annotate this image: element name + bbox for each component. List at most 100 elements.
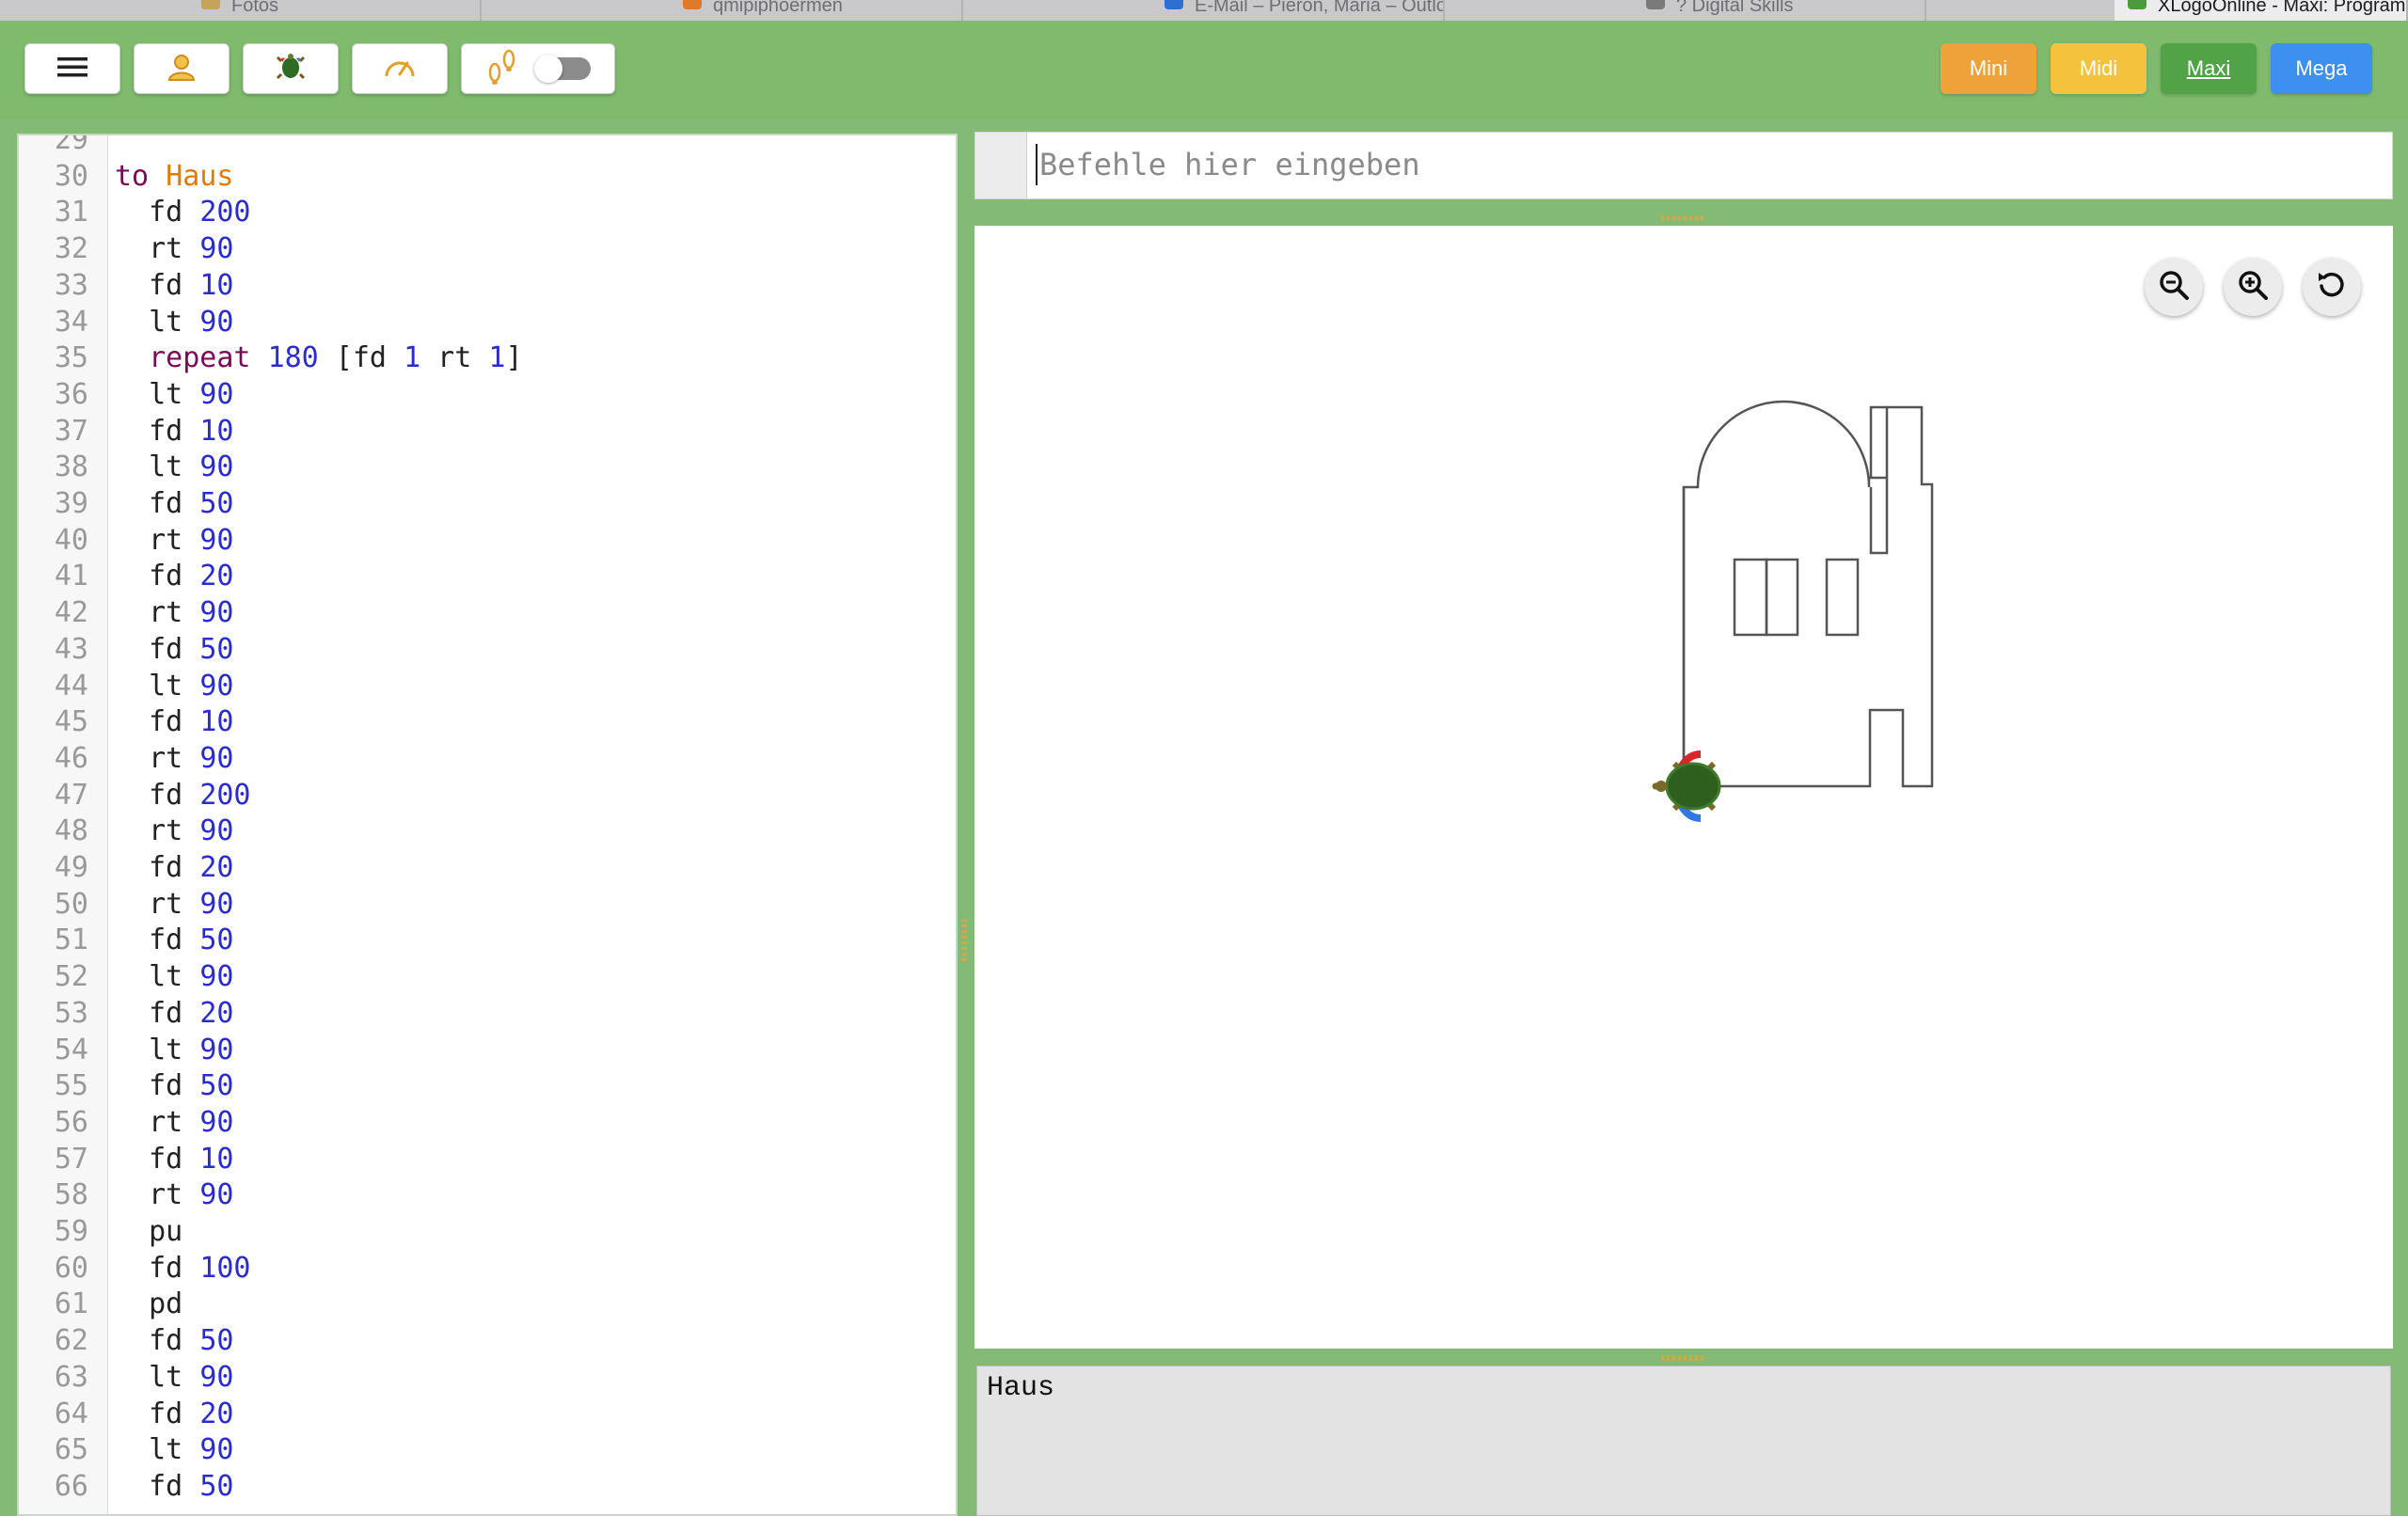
code-token: 90	[199, 450, 234, 484]
code-line[interactable]: fd 10	[115, 414, 233, 450]
code-token: repeat	[149, 341, 251, 375]
browser-tab[interactable]: qmipiphoermen	[670, 0, 963, 21]
favicon-icon	[1646, 0, 1665, 9]
code-token: 90	[199, 960, 234, 994]
line-number: 38	[54, 450, 88, 484]
code-line[interactable]: lt 90	[115, 669, 233, 704]
code-line[interactable]: fd 50	[115, 1469, 233, 1505]
code-token: fd	[115, 996, 200, 1030]
trace-toggle-button[interactable]	[461, 43, 615, 94]
code-token: lt	[115, 960, 200, 994]
code-line[interactable]: to Haus	[115, 159, 233, 195]
code-line[interactable]: rt 90	[115, 887, 233, 923]
code-line[interactable]: lt 90	[115, 450, 233, 485]
line-number: 30	[54, 159, 88, 193]
code-token: pu	[115, 1215, 183, 1248]
trace-switch[interactable]	[534, 55, 591, 83]
line-number: 55	[54, 1069, 88, 1103]
code-editor[interactable]: 29 30 31 32 33 34 35 36 37 38 39 40 41 42 43 44 45 46 47 48…	[17, 134, 958, 1516]
code-token: rt	[115, 232, 200, 266]
code-line[interactable]: fd 50	[115, 1068, 233, 1104]
turtle-canvas[interactable]	[974, 226, 2393, 1349]
code-line[interactable]: fd 10	[115, 704, 233, 740]
line-number: 37	[54, 414, 88, 448]
line-number: 54	[54, 1033, 88, 1066]
favicon-icon	[2128, 0, 2147, 9]
code-token: 100	[199, 1251, 251, 1285]
speed-button[interactable]	[352, 43, 448, 94]
command-input[interactable]	[1036, 144, 2356, 185]
line-number: 58	[54, 1178, 88, 1212]
code-line[interactable]: fd 50	[115, 486, 233, 522]
user-button[interactable]	[134, 43, 230, 94]
code-line[interactable]: rt 90	[115, 231, 233, 267]
code-token: fd	[352, 341, 404, 375]
line-number: 60	[54, 1251, 88, 1285]
code-line[interactable]: fd 20	[115, 1397, 233, 1432]
code-line[interactable]: rt 90	[115, 741, 233, 777]
code-line[interactable]: rt 90	[115, 1105, 233, 1141]
level-maxi-button[interactable]: Maxi	[2161, 43, 2257, 94]
code-line[interactable]: fd 100	[115, 1251, 251, 1287]
line-number: 52	[54, 960, 88, 994]
code-token: lt	[115, 1033, 200, 1066]
browser-tab[interactable]: Fotos	[188, 0, 482, 21]
code-line[interactable]: lt 90	[115, 377, 233, 413]
browser-tab[interactable]: E-Mail – Pieron, Maria – Outlook	[1151, 0, 1445, 21]
line-number: 48	[54, 814, 88, 848]
code-token: rt	[115, 596, 200, 630]
code-token: rt	[420, 341, 489, 375]
code-line[interactable]: rt 90	[115, 813, 233, 849]
turtle-button[interactable]	[243, 43, 339, 94]
code-line[interactable]: lt 90	[115, 959, 233, 995]
browser-tab[interactable]: XLogoOnline - Maxi: Programmieren an all	[2115, 0, 2408, 21]
code-token: rt	[115, 1178, 200, 1212]
code-token: 90	[199, 377, 234, 411]
code-line[interactable]: lt 90	[115, 305, 233, 340]
code-line[interactable]: fd 50	[115, 1323, 233, 1359]
code-line[interactable]: fd 200	[115, 778, 250, 813]
browser-tab[interactable]: ? Digital Skills	[1633, 0, 1926, 21]
code-line[interactable]: fd 20	[115, 996, 233, 1032]
code-line[interactable]: rt 90	[115, 1177, 233, 1213]
code-token: 90	[199, 523, 234, 557]
toolbar: Mini Midi Maxi Mega	[0, 21, 2408, 118]
code-line[interactable]: fd 200	[115, 195, 250, 230]
level-mega-button[interactable]: Mega	[2271, 43, 2372, 94]
line-number: 53	[54, 996, 88, 1030]
code-token: rt	[115, 523, 200, 557]
code-token: 50	[199, 1324, 234, 1358]
code-line[interactable]: lt 90	[115, 1432, 233, 1468]
horizontal-resize-handle-bottom[interactable]	[1661, 1355, 1704, 1361]
code-line[interactable]: lt 90	[115, 1033, 233, 1068]
code-token: 90	[199, 1433, 234, 1467]
level-mini-button[interactable]: Mini	[1941, 43, 2036, 94]
code-line[interactable]: fd 10	[115, 268, 233, 304]
code-line[interactable]: repeat 180 [fd 1 rt 1]	[115, 340, 522, 376]
vertical-resize-handle[interactable]	[961, 918, 967, 961]
code-line[interactable]: fd 10	[115, 1142, 233, 1177]
menu-button[interactable]	[24, 43, 120, 94]
code-line[interactable]: fd 20	[115, 559, 233, 594]
line-number: 51	[54, 924, 88, 957]
horizontal-resize-handle-top[interactable]	[1661, 215, 1704, 221]
code-token: fd	[115, 1324, 200, 1358]
code-token: rt	[115, 1105, 200, 1139]
line-number: 59	[54, 1215, 88, 1248]
code-line[interactable]: fd 50	[115, 923, 233, 958]
code-line[interactable]: rt 90	[115, 595, 233, 631]
browser-tab-label: XLogoOnline - Maxi: Programmieren an all	[2158, 0, 2406, 16]
code-token: fd	[115, 705, 200, 739]
turtle-sprite	[1652, 750, 1721, 822]
code-line[interactable]: fd 50	[115, 632, 233, 668]
code-line[interactable]: pd	[115, 1287, 182, 1322]
code-line[interactable]: fd 20	[115, 850, 233, 886]
code-line[interactable]: rt 90	[115, 523, 233, 559]
code-token: to	[115, 159, 150, 193]
code-line[interactable]: pu	[115, 1214, 182, 1250]
code-line[interactable]: lt 90	[115, 1360, 233, 1396]
line-number: 64	[54, 1397, 88, 1430]
line-number: 41	[54, 560, 88, 593]
line-number: 63	[54, 1360, 88, 1394]
level-midi-button[interactable]: Midi	[2051, 43, 2147, 94]
